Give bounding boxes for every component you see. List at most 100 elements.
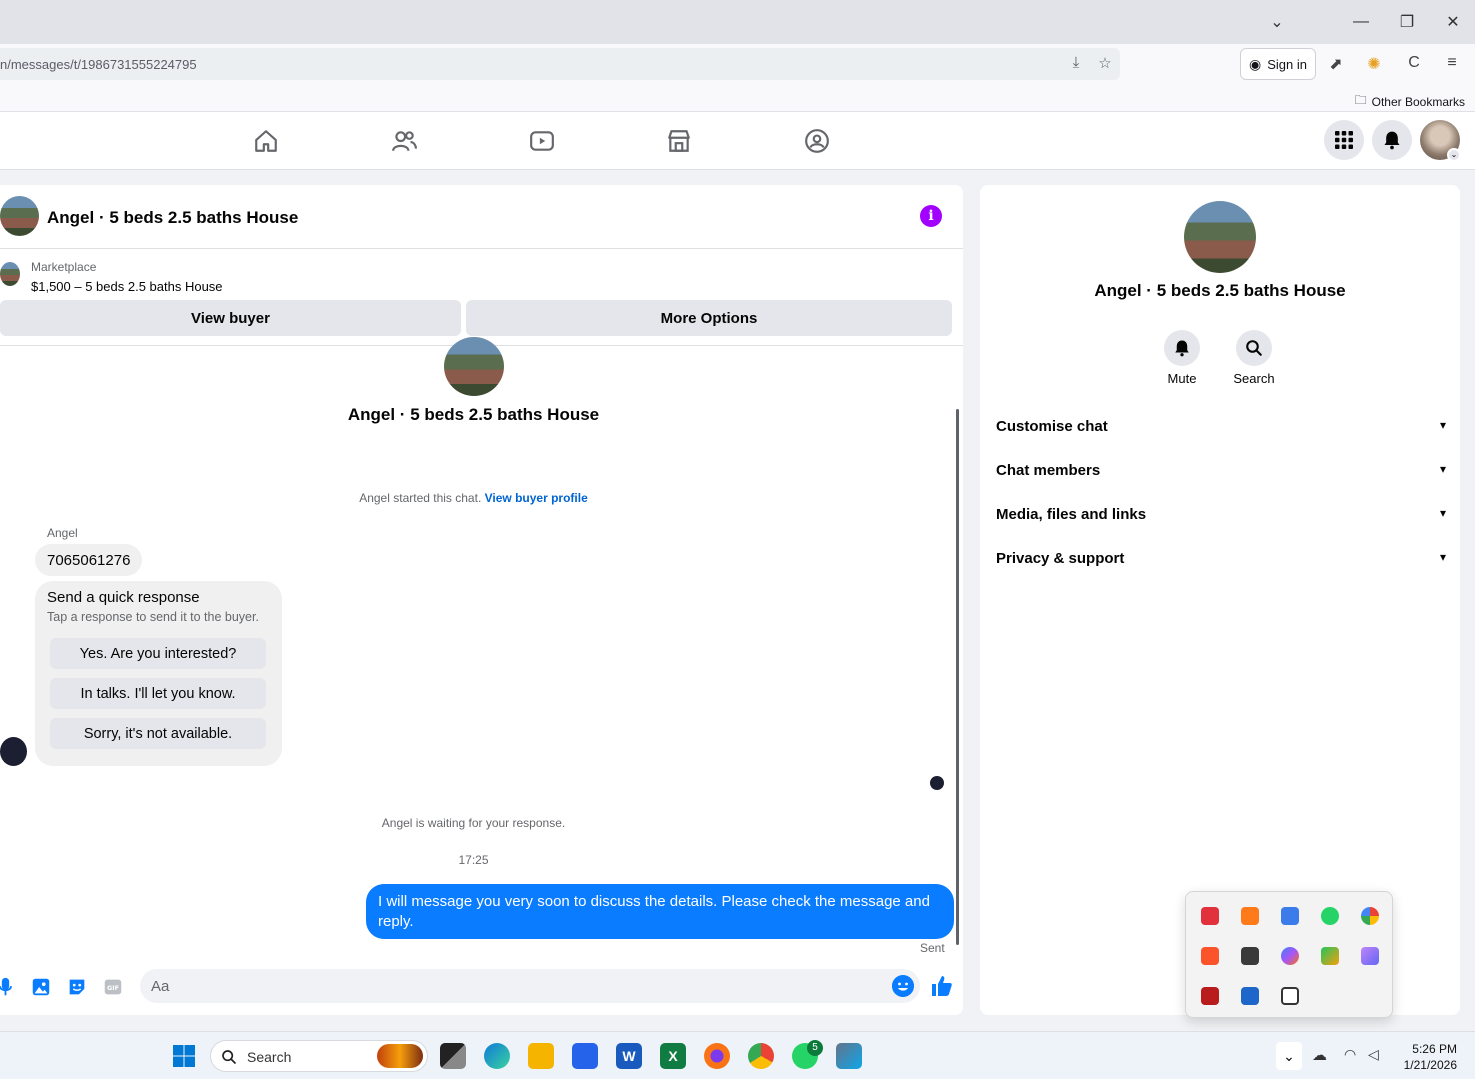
firefox-tray-icon[interactable] bbox=[1241, 907, 1259, 925]
quick-response-card: Send a quick response Tap a response to … bbox=[35, 581, 282, 766]
sync-icon[interactable]: C bbox=[1403, 54, 1425, 76]
sender-name: Angel bbox=[47, 526, 78, 540]
privacy-support-section[interactable]: Privacy & support ▾ bbox=[996, 550, 1446, 580]
mute-button[interactable] bbox=[1164, 330, 1200, 366]
tab-list-icon[interactable]: ⌄ bbox=[1262, 8, 1292, 36]
chevron-down-icon: ▾ bbox=[1439, 418, 1446, 432]
chrome-icon[interactable] bbox=[748, 1043, 774, 1069]
restore-icon[interactable]: ❐ bbox=[1392, 8, 1422, 36]
customise-chat-section[interactable]: Customise chat ▾ bbox=[996, 418, 1446, 448]
chat-started-notice: Angel started this chat. View buyer prof… bbox=[0, 491, 947, 505]
app-tray-icon[interactable] bbox=[1321, 947, 1339, 965]
view-buyer-profile-link[interactable]: View buyer profile bbox=[485, 491, 588, 505]
listing-title[interactable]: $1,500 – 5 beds 2.5 baths House bbox=[31, 279, 223, 294]
task-view-icon[interactable] bbox=[440, 1043, 466, 1069]
system-clock[interactable]: 5:26 PM 1/21/2026 bbox=[1395, 1041, 1457, 1073]
quick-response-subtitle: Tap a response to send it to the buyer. bbox=[47, 610, 259, 624]
pen-icon[interactable] bbox=[1361, 947, 1379, 965]
marketplace-icon[interactable] bbox=[666, 128, 692, 154]
word-icon[interactable]: W bbox=[616, 1043, 642, 1069]
chrome-tray-icon[interactable] bbox=[1361, 907, 1379, 925]
close-icon[interactable]: ✕ bbox=[1438, 8, 1468, 36]
url-bar[interactable]: n/messages/t/1986731555224795 ⤓ ☆ bbox=[0, 48, 1120, 80]
started-text: Angel started this chat. bbox=[359, 491, 482, 505]
show-hidden-icons-button[interactable]: ⌄ bbox=[1276, 1042, 1302, 1070]
search-highlight-icon bbox=[377, 1044, 423, 1068]
video-icon[interactable] bbox=[529, 128, 555, 154]
gif-icon[interactable]: GIF bbox=[102, 976, 124, 998]
security-shield-icon[interactable] bbox=[1241, 987, 1259, 1005]
excel-icon[interactable]: X bbox=[660, 1043, 686, 1069]
quick-response-option[interactable]: Yes. Are you interested? bbox=[50, 638, 266, 669]
view-buyer-button[interactable]: View buyer bbox=[0, 300, 461, 336]
emoji-icon[interactable] bbox=[892, 975, 914, 997]
svg-text:GIF: GIF bbox=[107, 984, 119, 992]
taskbar-search[interactable]: Search bbox=[210, 1040, 428, 1072]
scrollbar[interactable] bbox=[956, 409, 959, 945]
sign-in-label: Sign in bbox=[1267, 56, 1307, 72]
network-device-icon[interactable] bbox=[1241, 947, 1259, 965]
sign-in-button[interactable]: ◉ Sign in bbox=[1240, 48, 1316, 80]
url-text[interactable]: n/messages/t/1986731555224795 bbox=[0, 57, 197, 72]
usb-drive-icon[interactable] bbox=[1281, 987, 1299, 1005]
photo-icon[interactable] bbox=[30, 976, 52, 998]
browser-titlebar: ⌄ — ❐ ✕ bbox=[0, 0, 1475, 44]
buyer-avatar[interactable] bbox=[0, 737, 27, 766]
home-icon[interactable] bbox=[253, 128, 279, 154]
read-receipt-avatar bbox=[930, 776, 944, 790]
expressvpn-icon[interactable] bbox=[1201, 907, 1219, 925]
chat-members-section[interactable]: Chat members ▾ bbox=[996, 462, 1446, 492]
info-icon[interactable]: i bbox=[920, 205, 942, 227]
bookmark-star-icon[interactable]: ☆ bbox=[1095, 54, 1115, 74]
search-button[interactable] bbox=[1236, 330, 1272, 366]
quick-response-option[interactable]: Sorry, it's not available. bbox=[50, 718, 266, 749]
sticker-icon[interactable] bbox=[66, 976, 88, 998]
section-label: Chat members bbox=[996, 462, 1101, 479]
quick-response-option[interactable]: In talks. I'll let you know. bbox=[50, 678, 266, 709]
info-tray-icon[interactable] bbox=[1281, 907, 1299, 925]
other-bookmarks[interactable]: 🗀 Other Bookmarks bbox=[1355, 91, 1465, 112]
like-icon[interactable] bbox=[930, 974, 954, 998]
outgoing-message[interactable]: I will message you very soon to discuss … bbox=[366, 884, 954, 939]
section-label: Media, files and links bbox=[996, 506, 1147, 523]
edge-icon[interactable] bbox=[484, 1043, 510, 1069]
incoming-message[interactable]: 7065061276 bbox=[35, 544, 143, 576]
clock-date: 1/21/2026 bbox=[1403, 1058, 1457, 1072]
extensions-icon[interactable]: ⬈ bbox=[1325, 54, 1347, 76]
more-options-button[interactable]: More Options bbox=[466, 300, 952, 336]
message-input[interactable]: Aa bbox=[140, 969, 920, 1003]
message-timestamp: 17:25 bbox=[458, 853, 489, 867]
section-label: Privacy & support bbox=[996, 550, 1125, 567]
menu-icon[interactable]: ≡ bbox=[1441, 54, 1463, 76]
minimize-icon[interactable]: — bbox=[1346, 8, 1376, 36]
file-explorer-icon[interactable] bbox=[528, 1043, 554, 1069]
cloud-offline-icon[interactable]: ☁ bbox=[1312, 1046, 1327, 1064]
media-files-links-section[interactable]: Media, files and links ▾ bbox=[996, 506, 1446, 536]
listing-thumbnail[interactable] bbox=[0, 262, 20, 286]
search-icon bbox=[222, 1050, 236, 1064]
brave-icon[interactable] bbox=[1201, 947, 1219, 965]
menu-grid-button[interactable] bbox=[1324, 120, 1364, 160]
thread-avatar[interactable] bbox=[0, 196, 39, 236]
app-icon[interactable] bbox=[836, 1043, 862, 1069]
copilot-icon[interactable] bbox=[1281, 947, 1299, 965]
microphone-icon[interactable] bbox=[0, 976, 22, 998]
pdf-tray-icon[interactable] bbox=[1201, 987, 1219, 1005]
whatsapp-tray-icon[interactable] bbox=[1321, 907, 1339, 925]
microsoft-store-icon[interactable] bbox=[572, 1043, 598, 1069]
notifications-button[interactable] bbox=[1372, 120, 1412, 160]
friends-icon[interactable] bbox=[391, 128, 417, 154]
firefox-icon[interactable] bbox=[704, 1043, 730, 1069]
wifi-icon[interactable]: ◠ bbox=[1344, 1046, 1356, 1063]
chat-title[interactable]: Angel · 5 beds 2.5 baths House bbox=[47, 208, 298, 228]
volume-icon[interactable]: ◁ bbox=[1368, 1046, 1379, 1063]
facebook-top-nav: ⌄ bbox=[0, 112, 1475, 170]
folder-icon: 🗀 bbox=[1354, 93, 1367, 107]
save-page-icon[interactable]: ⤓ bbox=[1066, 54, 1086, 74]
groups-icon[interactable] bbox=[804, 128, 830, 154]
thread-name: Angel · 5 beds 2.5 baths House bbox=[347, 405, 600, 424]
quick-response-title: Send a quick response bbox=[47, 589, 200, 606]
windows-start-icon[interactable] bbox=[172, 1044, 196, 1068]
extension-icon[interactable]: ✺ bbox=[1363, 54, 1385, 76]
chevron-down-icon[interactable]: ⌄ bbox=[1447, 148, 1461, 162]
